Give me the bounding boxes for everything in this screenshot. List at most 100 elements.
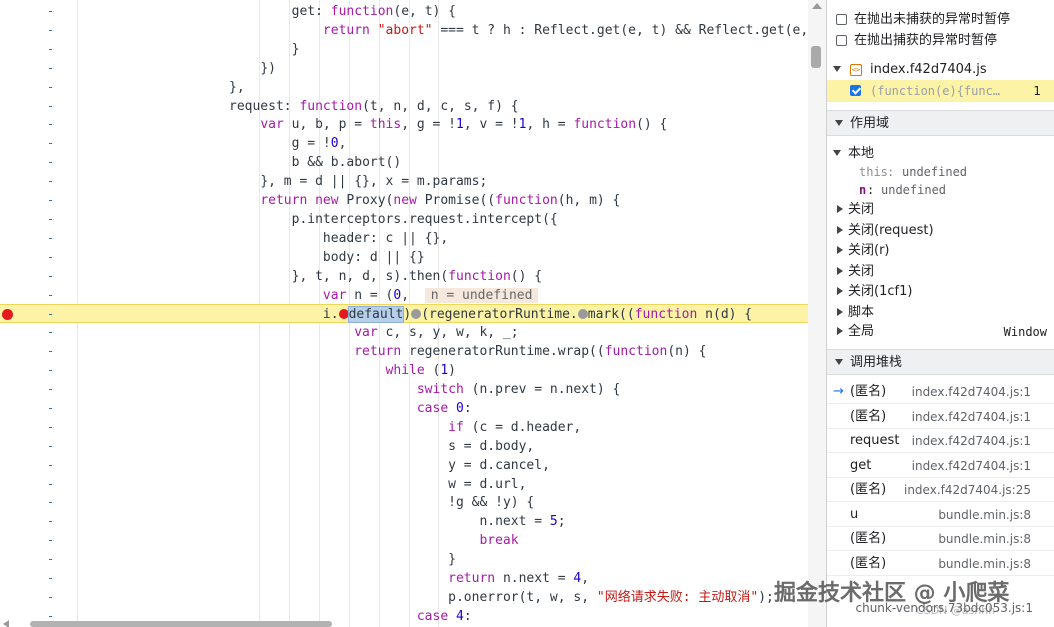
code-line[interactable]: - request: function(t, n, d, c, s, f) { xyxy=(0,97,808,116)
code-line[interactable]: - get: function(e, t) { xyxy=(0,2,808,21)
callstack-frame[interactable]: (匿名) index.f42d7404.js:25 xyxy=(827,478,1054,502)
line-gutter-marker[interactable]: - xyxy=(47,134,55,153)
code-line[interactable]: - var u, b, p = this, g = !1, v = !1, h … xyxy=(0,115,808,134)
callstack-frame-location[interactable]: index.f42d7404.js:1 xyxy=(912,380,1031,404)
inline-breakpoint-option-icon[interactable] xyxy=(577,309,588,320)
chevron-down-icon[interactable] xyxy=(833,60,841,80)
pause-caught-checkbox[interactable] xyxy=(836,35,847,46)
line-gutter-marker[interactable]: - xyxy=(47,569,55,588)
code-line[interactable]: - case 0: xyxy=(0,399,808,418)
callstack-frame-location[interactable]: bundle.min.js:8 xyxy=(938,527,1031,551)
code-line[interactable]: - y = d.cancel, xyxy=(0,456,808,475)
code-line[interactable]: - if (c = d.header, xyxy=(0,418,808,437)
line-gutter-marker[interactable]: - xyxy=(47,40,55,59)
chevron-right-icon[interactable] xyxy=(837,322,843,342)
line-gutter-marker[interactable]: - xyxy=(47,361,55,380)
callstack-frame-location[interactable]: bundle.min.js:8 xyxy=(938,503,1031,527)
chevron-right-icon[interactable] xyxy=(837,262,843,282)
scroll-up-arrow-icon[interactable] xyxy=(812,3,822,9)
code-line[interactable]: - body: d || {} xyxy=(0,248,808,267)
callstack-frame-location[interactable]: index.f42d7404.js:1 xyxy=(912,429,1031,453)
line-gutter-marker[interactable]: - xyxy=(47,380,55,399)
pause-caught-option[interactable]: 在抛出捕获的异常时暂停 xyxy=(827,31,1054,51)
callstack-frame[interactable]: (匿名) bundle.min.js:8 xyxy=(827,552,1054,576)
line-gutter-marker[interactable]: - xyxy=(47,210,55,229)
chevron-down-icon[interactable] xyxy=(833,144,841,164)
line-gutter-marker[interactable]: - xyxy=(47,342,55,361)
inline-breakpoint-option-icon[interactable] xyxy=(411,309,422,320)
vertical-scrollbar[interactable] xyxy=(808,0,826,627)
line-gutter-marker[interactable]: - xyxy=(47,59,55,78)
chevron-right-icon[interactable] xyxy=(837,200,843,220)
pause-uncaught-option[interactable]: 在抛出未捕获的异常时暂停 xyxy=(827,10,1054,30)
code-line[interactable]: - } xyxy=(0,40,808,59)
line-gutter-marker[interactable]: - xyxy=(47,229,55,248)
code-line[interactable]: - return regeneratorRuntime.wrap((functi… xyxy=(0,342,808,361)
line-gutter-marker[interactable]: - xyxy=(47,115,55,134)
code-line[interactable]: -}, xyxy=(0,78,808,97)
line-gutter-marker[interactable]: - xyxy=(47,323,55,342)
line-gutter-marker[interactable]: - xyxy=(47,475,55,494)
line-gutter-marker[interactable]: - xyxy=(47,191,55,210)
line-gutter-marker[interactable]: - xyxy=(47,286,55,305)
line-gutter-marker[interactable]: - xyxy=(47,493,55,512)
line-gutter-marker[interactable]: - xyxy=(47,588,55,607)
code-line[interactable]: - return n.next = 4, xyxy=(0,569,808,588)
scope-closure[interactable]: 关闭 xyxy=(827,200,1054,220)
line-gutter-marker[interactable]: - xyxy=(47,267,55,286)
line-gutter-marker[interactable]: - xyxy=(47,153,55,172)
scope-var-this[interactable]: this: undefined xyxy=(827,162,1054,182)
code-line[interactable]: - s = d.body, xyxy=(0,437,808,456)
code-line[interactable]: - header: c || {}, xyxy=(0,229,808,248)
line-gutter-marker[interactable]: - xyxy=(47,437,55,456)
code-line-paused[interactable]: - i. default) (regeneratorRuntime. mark((fu… xyxy=(0,304,808,324)
scope-section-header[interactable]: 作用域 xyxy=(827,110,1054,136)
breakpoint-marker-icon[interactable] xyxy=(2,309,13,321)
breakpoint-enabled-checkbox[interactable] xyxy=(850,85,861,96)
vertical-scroll-thumb[interactable] xyxy=(811,46,821,68)
callstack-section-header[interactable]: 调用堆栈 xyxy=(827,349,1054,375)
line-gutter-marker[interactable]: - xyxy=(47,305,55,324)
code-line[interactable]: - b && b.abort() xyxy=(0,153,808,172)
line-gutter-marker[interactable]: - xyxy=(47,248,55,267)
callstack-frame[interactable]: u bundle.min.js:8 xyxy=(827,503,1054,527)
line-gutter-marker[interactable]: - xyxy=(47,456,55,475)
chevron-right-icon[interactable] xyxy=(837,221,843,241)
line-gutter-marker[interactable]: - xyxy=(47,512,55,531)
code-line[interactable]: - var n = (0, n = undefined xyxy=(0,286,808,305)
code-line[interactable]: - break xyxy=(0,531,808,550)
callstack-frame-location[interactable]: index.f42d7404.js:25 xyxy=(904,478,1031,502)
chevron-down-icon[interactable] xyxy=(835,111,843,137)
callstack-frame[interactable]: (匿名) index.f42d7404.js:1 xyxy=(827,405,1054,429)
callstack-frame[interactable]: (匿名) bundle.min.js:8 xyxy=(827,527,1054,551)
code-line[interactable]: - return "abort" === t ? h : Reflect.get… xyxy=(0,21,826,40)
code-line[interactable]: - }, t, n, d, s).then(function() { xyxy=(0,267,808,286)
line-gutter-marker[interactable]: - xyxy=(47,97,55,116)
code-line[interactable]: - p.onerror(t, w, s, "网络请求失败: 主动取消"); xyxy=(0,588,808,607)
chevron-right-icon[interactable] xyxy=(837,241,843,261)
breakpoint-entry[interactable]: (function(e){func… 1 xyxy=(827,80,1054,102)
code-line[interactable]: - n.next = 5; xyxy=(0,512,808,531)
scope-closure[interactable]: 关闭(r) xyxy=(827,241,1054,261)
code-line[interactable]: - while (1) xyxy=(0,361,808,380)
line-gutter-marker[interactable]: - xyxy=(47,78,55,97)
code-line[interactable]: - }, m = d || {}, x = m.params; xyxy=(0,172,808,191)
scope-closure[interactable]: 关闭(1cf1) xyxy=(827,282,1054,302)
code-line[interactable]: - var c, s, y, w, k, _; xyxy=(0,323,808,342)
code-line[interactable]: - } xyxy=(0,550,808,569)
code-line[interactable]: - p.interceptors.request.intercept({ xyxy=(0,210,808,229)
scope-local[interactable]: 本地 xyxy=(827,144,1054,164)
scope-closure[interactable]: 关闭(request) xyxy=(827,221,1054,241)
callstack-frame-location[interactable]: index.f42d7404.js:1 xyxy=(912,405,1031,429)
scroll-left-arrow-icon[interactable] xyxy=(3,620,9,627)
code-line[interactable]: - w = d.url, xyxy=(0,475,808,494)
code-line[interactable]: - return new Proxy(new Promise((function… xyxy=(0,191,808,210)
chevron-right-icon[interactable] xyxy=(837,282,843,302)
chevron-right-icon[interactable] xyxy=(837,303,843,323)
line-gutter-marker[interactable]: - xyxy=(47,2,55,21)
scope-closure[interactable]: 关闭 xyxy=(827,262,1054,282)
horizontal-scroll-thumb[interactable] xyxy=(30,621,332,627)
scope-var-n[interactable]: n: undefined xyxy=(827,180,1054,200)
scope-closure[interactable]: 脚本 xyxy=(827,303,1054,323)
callstack-frame-location[interactable]: index.f42d7404.js:1 xyxy=(912,454,1031,478)
